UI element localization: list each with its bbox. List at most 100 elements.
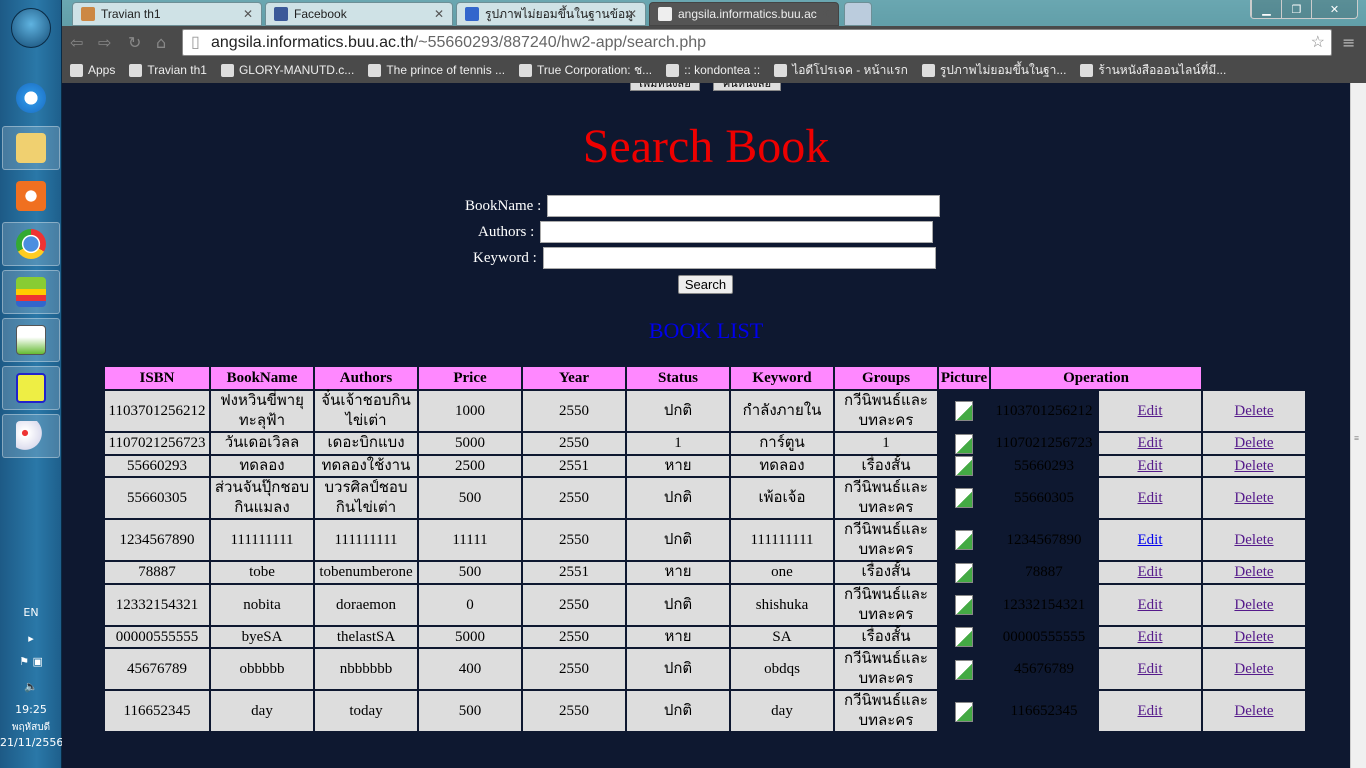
bookmark-item[interactable]: Travian th1 <box>129 63 207 77</box>
close-tab-icon[interactable]: ✕ <box>820 7 830 21</box>
close-window-button[interactable]: ✕ <box>1311 0 1357 18</box>
bookmark-item[interactable]: Apps <box>70 63 115 77</box>
paint-icon[interactable] <box>2 414 60 458</box>
delete-link[interactable]: Delete <box>1234 629 1273 645</box>
vertical-scrollbar[interactable]: ≡ <box>1350 83 1366 768</box>
cell-edit: Edit <box>1099 584 1201 625</box>
add-book-button[interactable]: เพิ่มหนังสือ <box>630 83 700 91</box>
search-book-nav-button[interactable]: ค้นหนังสือ <box>713 83 781 91</box>
cell-status: ปกติ <box>627 649 729 690</box>
cell-authors: nbbbbbb <box>315 649 417 690</box>
search-button[interactable]: Search <box>678 275 733 294</box>
edit-link[interactable]: Edit <box>1138 532 1163 548</box>
delete-link[interactable]: Delete <box>1234 564 1273 580</box>
delete-link[interactable]: Delete <box>1234 661 1273 677</box>
action-center-flag-icon[interactable]: ⚑ ▣ <box>0 655 62 668</box>
cell-delete: Delete <box>1203 478 1305 519</box>
tab-travian[interactable]: Travian th1 ✕ <box>72 2 262 26</box>
app-folder-icon[interactable] <box>2 366 60 410</box>
bookmark-favicon-icon <box>70 63 83 77</box>
clock-day[interactable]: พฤหัสบดี <box>0 720 62 735</box>
edit-link[interactable]: Edit <box>1138 458 1163 474</box>
edit-link[interactable]: Edit <box>1138 661 1163 677</box>
cell-keyword: shishuka <box>731 584 833 625</box>
cell-operation-id: 1103701256212 <box>991 391 1097 431</box>
tab-forum[interactable]: รูปภาพไม่ยอมขึ้นในฐานข้อมู ✕ <box>456 2 646 26</box>
edit-link[interactable]: Edit <box>1138 703 1163 719</box>
cell-price: 11111 <box>419 520 521 561</box>
tab-title: Travian th1 <box>101 7 161 21</box>
delete-link[interactable]: Delete <box>1234 532 1273 548</box>
chrome-menu-icon[interactable]: ≡ <box>1342 33 1355 52</box>
cell-delete: Delete <box>1203 562 1305 583</box>
table-row: 12332154321 nobita doraemon 0 2550 ปกติ shishu… <box>105 584 1305 625</box>
bookmark-item[interactable]: ร้านหนังสือออนไลน์ที่มี... <box>1080 61 1226 80</box>
bookmark-item[interactable]: ไอดีโปรเจค - หน้าแรก <box>774 61 908 80</box>
bluestacks-icon[interactable] <box>2 270 60 314</box>
edit-link[interactable]: Edit <box>1138 564 1163 580</box>
close-tab-icon[interactable]: ✕ <box>434 7 444 21</box>
broken-image-icon <box>955 562 973 583</box>
cell-delete: Delete <box>1203 433 1305 454</box>
cell-groups: กวีนิพนธ์และบทละคร <box>835 691 937 732</box>
tab-facebook[interactable]: Facebook ✕ <box>265 2 453 26</box>
cell-keyword: SA <box>731 626 833 648</box>
show-hidden-icons-arrow[interactable]: ▸ <box>0 632 62 645</box>
bookmark-favicon-icon <box>666 63 680 77</box>
close-tab-icon[interactable]: ✕ <box>627 7 637 21</box>
home-button[interactable]: ⌂ <box>156 33 166 52</box>
broken-image-icon <box>955 433 973 454</box>
windows-start-button[interactable] <box>11 8 51 48</box>
notepad-plus-plus-icon[interactable] <box>2 318 60 362</box>
minimize-button[interactable]: ▁ <box>1251 0 1281 18</box>
keyword-input[interactable] <box>542 247 936 269</box>
delete-link[interactable]: Delete <box>1234 458 1273 474</box>
cell-isbn: 1234567890 <box>105 520 209 561</box>
delete-link[interactable]: Delete <box>1234 597 1273 613</box>
edit-link[interactable]: Edit <box>1138 490 1163 506</box>
bookname-input[interactable] <box>547 195 941 217</box>
cell-isbn: 45676789 <box>105 649 209 690</box>
edit-link[interactable]: Edit <box>1138 435 1163 451</box>
cell-edit: Edit <box>1099 626 1201 648</box>
cell-groups: เรื่องสั้น <box>835 626 937 648</box>
volume-icon[interactable]: 🔈 <box>0 680 62 693</box>
edit-link[interactable]: Edit <box>1138 597 1163 613</box>
bookmark-item[interactable]: :: kondontea :: <box>666 63 760 77</box>
cell-status: หาย <box>627 562 729 583</box>
close-tab-icon[interactable]: ✕ <box>243 7 253 21</box>
edit-link[interactable]: Edit <box>1138 403 1163 419</box>
new-tab-button[interactable] <box>844 2 872 26</box>
delete-link[interactable]: Delete <box>1234 403 1273 419</box>
clock-date[interactable]: 21/11/2556 <box>0 736 63 749</box>
bookmark-item[interactable]: The prince of tennis ... <box>368 63 505 77</box>
delete-link[interactable]: Delete <box>1234 490 1273 506</box>
media-player-icon[interactable] <box>2 174 60 218</box>
bookmark-item[interactable]: รูปภาพไม่ยอมขึ้นในฐา... <box>921 61 1066 80</box>
file-explorer-icon[interactable] <box>2 126 60 170</box>
cell-price: 500 <box>419 562 521 583</box>
cell-edit: Edit <box>1099 455 1201 477</box>
tab-angsila[interactable]: angsila.informatics.buu.ac ✕ <box>649 2 839 26</box>
bookmark-star-icon[interactable]: ☆ <box>1311 30 1325 55</box>
bookmark-item[interactable]: GLORY-MANUTD.c... <box>220 63 354 77</box>
cell-edit: Edit <box>1099 691 1201 732</box>
column-header-price: Price <box>419 367 521 389</box>
language-indicator[interactable]: EN <box>0 606 62 619</box>
chrome-icon[interactable] <box>2 222 60 266</box>
back-button[interactable]: ⇦ <box>70 33 83 52</box>
bookmark-item[interactable]: True Corporation: ช... <box>519 61 652 80</box>
delete-link[interactable]: Delete <box>1234 703 1273 719</box>
address-bar[interactable]: angsila.informatics.buu.ac.th/~55660293/… <box>182 29 1332 56</box>
internet-explorer-icon[interactable] <box>2 76 60 120</box>
bookmark-favicon-icon <box>921 63 935 77</box>
forward-button[interactable]: ⇨ <box>98 33 111 52</box>
edit-link[interactable]: Edit <box>1138 629 1163 645</box>
reload-button[interactable]: ↻ <box>128 33 141 52</box>
authors-input[interactable] <box>540 221 934 243</box>
delete-link[interactable]: Delete <box>1234 435 1273 451</box>
cell-operation-id: 55660293 <box>991 455 1097 477</box>
restore-button[interactable]: ❐ <box>1281 0 1311 18</box>
cell-keyword: ทดลอง <box>731 455 833 477</box>
clock-time[interactable]: 19:25 <box>0 703 62 716</box>
